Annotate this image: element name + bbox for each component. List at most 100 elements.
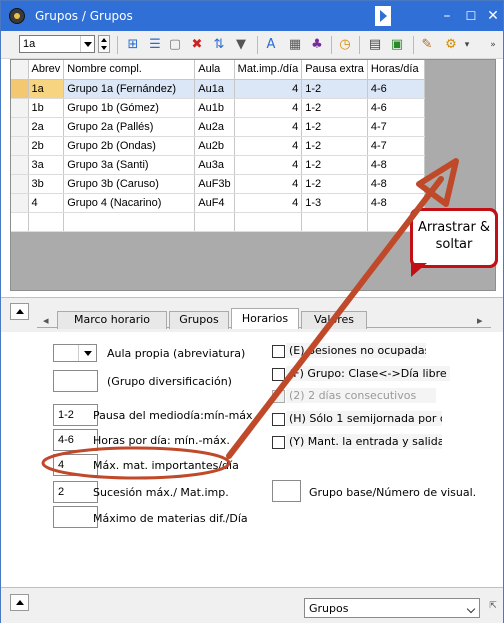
table-cell[interactable]: Grupo 1b (Gómez) [63, 98, 196, 118]
table-cell[interactable]: 1-2 [301, 117, 368, 137]
expand-up-button[interactable] [10, 594, 29, 611]
table-cell[interactable] [234, 212, 303, 232]
aula-propia-dropdown[interactable] [53, 344, 97, 362]
table-cell[interactable]: 4-7 [367, 117, 425, 137]
max-materias-dif-field[interactable] [53, 506, 98, 528]
table-cell[interactable]: 4 [234, 136, 303, 156]
table-cell[interactable]: 1-2 [301, 98, 368, 118]
pin-icon[interactable]: ⇱ [485, 598, 501, 614]
table-cell[interactable]: AuF4 [194, 193, 235, 213]
tab-marco-horario[interactable]: Marco horario [57, 311, 167, 329]
clock-icon[interactable]: ◷ [337, 37, 353, 53]
table-cell[interactable]: 1-2 [301, 155, 368, 175]
sucesion-max-field[interactable]: 2 [53, 481, 98, 503]
export-icon[interactable]: ▣ [389, 37, 405, 53]
table-cell[interactable]: 2b [28, 136, 65, 156]
tab-horarios[interactable]: Horarios [231, 308, 299, 329]
spell-check-icon[interactable]: A [263, 37, 279, 53]
new-document-icon[interactable]: ▢ [167, 37, 183, 53]
checkbox-2[interactable] [272, 390, 285, 403]
table-cell[interactable]: 4-6 [367, 98, 425, 118]
table-row[interactable]: 4 Grupo 4 (Nacarino) AuF4 4 1-3 4-8 [11, 193, 425, 213]
table-cell[interactable] [301, 212, 368, 232]
table-row[interactable]: 2a Grupo 2a (Pallés) Au2a 4 1-2 4-7 [11, 117, 425, 137]
table-cell[interactable]: Grupo 4 (Nacarino) [63, 193, 196, 213]
table-cell[interactable]: 3b [28, 174, 65, 194]
table-cell[interactable]: Grupo 2b (Ondas) [63, 136, 196, 156]
table-cell[interactable]: 1-2 [301, 174, 368, 194]
table-cell[interactable]: 4-8 [367, 155, 425, 175]
checkbox-f[interactable] [272, 368, 285, 381]
column-header[interactable]: Pausa extra [301, 60, 368, 80]
toolbar-more-icon[interactable]: » [485, 37, 501, 53]
chevron-down-icon[interactable]: ▾ [459, 37, 475, 53]
tab-valores[interactable]: Valores [301, 311, 367, 329]
table-cell[interactable]: 4 [234, 193, 303, 213]
table-row-empty[interactable] [11, 212, 425, 232]
table-cell[interactable]: 4 [28, 193, 65, 213]
table-row[interactable]: 1a Grupo 1a (Fernández) Au1a 4 1-2 4-6 [11, 79, 425, 99]
column-header[interactable]: Mat.imp./día [234, 60, 303, 80]
checkbox-e[interactable] [272, 345, 285, 358]
column-header[interactable]: Abrev [28, 60, 65, 80]
table-cell[interactable]: Au1a [194, 79, 235, 99]
molecule-icon[interactable]: ♣ [309, 37, 325, 53]
table-cell[interactable]: 1-2 [301, 136, 368, 156]
table-cell[interactable]: 4 [234, 155, 303, 175]
tab-grupos[interactable]: Grupos [169, 311, 229, 329]
grid-options-icon[interactable]: ▦ [287, 37, 303, 53]
table-cell[interactable]: AuF3b [194, 174, 235, 194]
table-cell[interactable]: 4 [234, 98, 303, 118]
column-header[interactable]: Aula [194, 60, 235, 80]
calendar-icon[interactable]: ▤ [367, 37, 383, 53]
table-cell[interactable]: 4-6 [367, 79, 425, 99]
checkbox-h[interactable] [272, 413, 285, 426]
table-cell[interactable]: Grupo 3b (Caruso) [63, 174, 196, 194]
grupo-base-field[interactable] [272, 480, 301, 502]
close-button[interactable]: ✕ [473, 1, 504, 31]
settings-icon[interactable]: ⚙ [443, 37, 459, 53]
column-header[interactable]: Nombre compl. [63, 60, 196, 80]
pausa-mediodia-field[interactable]: 1-2 [53, 404, 98, 426]
list-icon[interactable]: ☰ [147, 37, 163, 53]
column-header[interactable]: Horas/día [367, 60, 425, 80]
table-cell[interactable]: 1-2 [301, 79, 368, 99]
table-cell[interactable]: Au1b [194, 98, 235, 118]
table-cell[interactable]: 3a [28, 155, 65, 175]
table-cell[interactable]: 1b [28, 98, 65, 118]
table-cell[interactable]: 2a [28, 117, 65, 137]
filter-icon[interactable]: ▼ [233, 37, 249, 53]
chevron-down-icon[interactable] [80, 36, 94, 52]
table-row[interactable]: 2b Grupo 2b (Ondas) Au2b 4 1-2 4-7 [11, 136, 425, 156]
horas-por-dia-field[interactable]: 4-6 [53, 429, 98, 451]
run-icon[interactable] [375, 6, 391, 26]
table-row[interactable]: 1b Grupo 1b (Gómez) Au1b 4 1-2 4-6 [11, 98, 425, 118]
table-cell[interactable] [194, 212, 235, 232]
table-cell[interactable]: Au2b [194, 136, 235, 156]
table-cell[interactable]: Au2a [194, 117, 235, 137]
table-cell[interactable] [28, 212, 65, 232]
sort-icon[interactable]: ⇅ [211, 37, 227, 53]
table-cell[interactable]: 4 [234, 79, 303, 99]
group-selector[interactable]: 1a [19, 35, 95, 53]
table-cell[interactable]: Grupo 3a (Santi) [63, 155, 196, 175]
max-mat-importantes-field[interactable]: 4 [53, 454, 98, 476]
table-cell[interactable]: Au3a [194, 155, 235, 175]
view-selector[interactable]: Grupos [304, 598, 480, 618]
table-cell[interactable]: 4 [234, 117, 303, 137]
delete-icon[interactable]: ✖ [189, 37, 205, 53]
table-row[interactable]: 3a Grupo 3a (Santi) Au3a 4 1-2 4-8 [11, 155, 425, 175]
table-cell[interactable] [63, 212, 196, 232]
table-cell[interactable]: 1-3 [301, 193, 368, 213]
new-row-icon[interactable]: ⊞ [125, 37, 141, 53]
checkbox-y[interactable] [272, 436, 285, 449]
table-cell[interactable]: 4-7 [367, 136, 425, 156]
grupo-diversificacion-field[interactable] [53, 370, 98, 392]
collapse-up-button[interactable] [10, 303, 29, 320]
table-cell[interactable]: 4 [234, 174, 303, 194]
table-cell[interactable]: Grupo 2a (Pallés) [63, 117, 196, 137]
spin-buttons[interactable] [98, 35, 110, 53]
table-row[interactable]: 3b Grupo 3b (Caruso) AuF3b 4 1-2 4-8 [11, 174, 425, 194]
tools-icon[interactable]: ✎ [419, 37, 435, 53]
table-cell[interactable]: 4-8 [367, 174, 425, 194]
